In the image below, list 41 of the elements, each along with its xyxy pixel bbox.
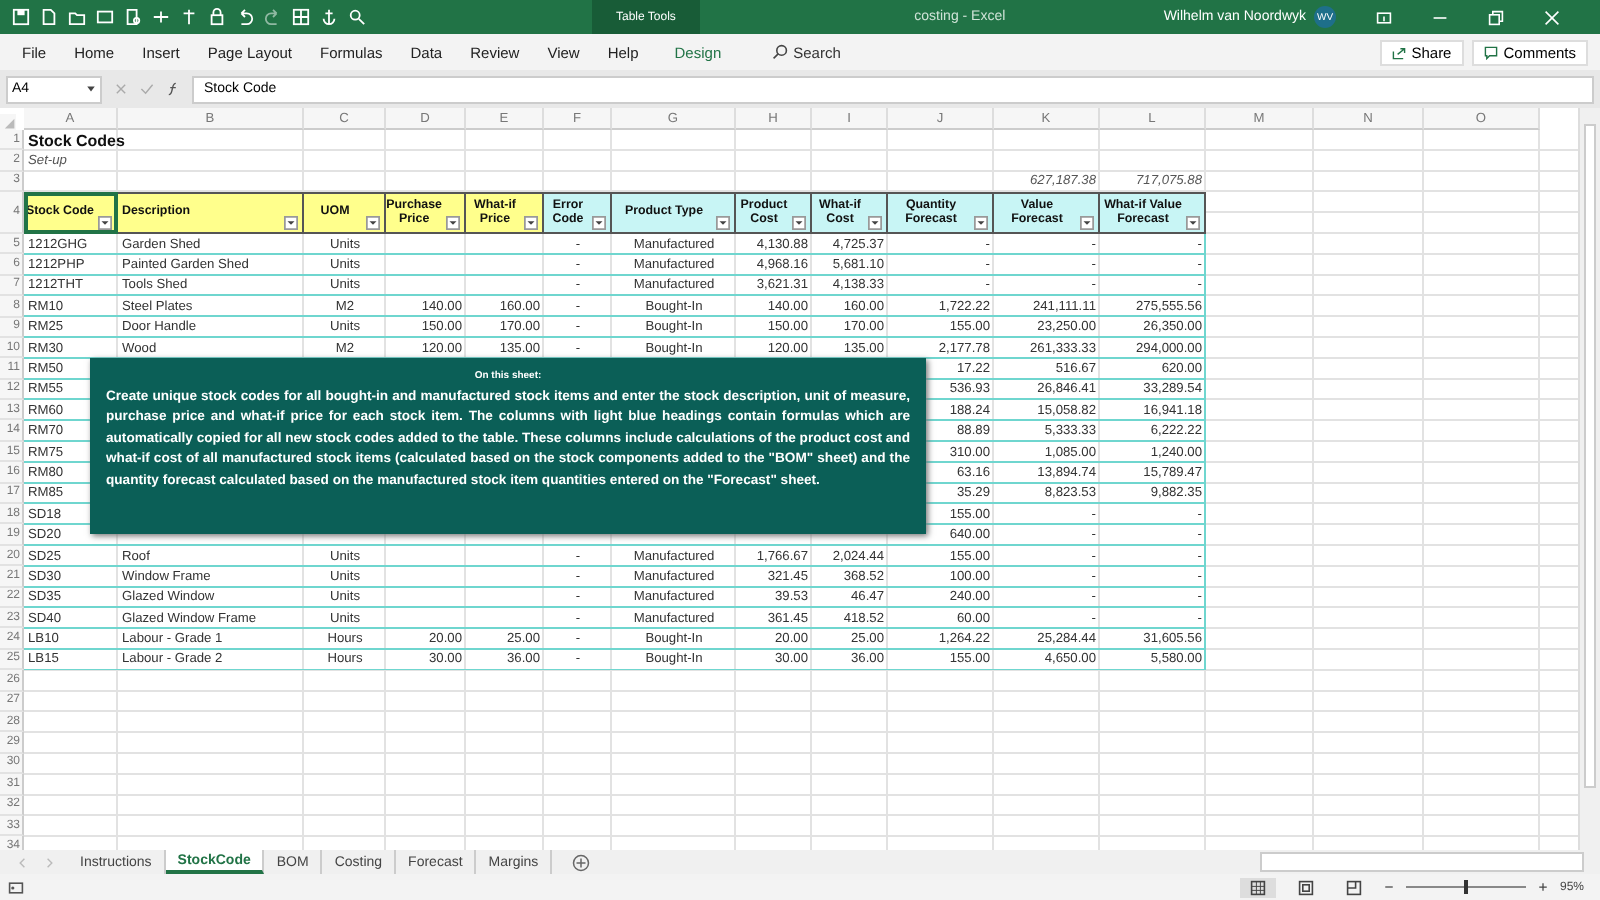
share-icon (1391, 45, 1406, 59)
vertical-scrollbar[interactable] (1578, 108, 1600, 850)
search-icon[interactable] (348, 8, 366, 26)
filter-dropdown-icon[interactable] (98, 215, 112, 230)
redo-icon[interactable] (264, 8, 282, 26)
function-icon[interactable] (166, 82, 180, 96)
anchor-icon[interactable] (320, 8, 338, 26)
filter-dropdown-icon[interactable] (1186, 215, 1200, 230)
horizontal-scrollbar[interactable] (1260, 852, 1584, 872)
undo-icon[interactable] (236, 8, 254, 26)
ribbon-display-icon[interactable] (1376, 9, 1392, 25)
normal-view-icon[interactable] (1239, 877, 1276, 897)
check-icon[interactable] (140, 82, 154, 96)
lock-icon[interactable] (208, 8, 226, 26)
filter-dropdown-icon[interactable] (868, 215, 882, 230)
search-icon (771, 44, 788, 60)
window-icon[interactable] (96, 8, 114, 26)
filter-dropdown-icon[interactable] (524, 215, 538, 230)
folder-icon[interactable] (68, 8, 86, 26)
close-icon[interactable] (1544, 9, 1560, 25)
table-cell: Stock Codes (28, 131, 125, 150)
comment-icon (1483, 45, 1498, 59)
filter-dropdown-icon[interactable] (366, 215, 380, 230)
filter-dropdown-icon[interactable] (592, 215, 606, 230)
filter-dropdown-icon[interactable] (792, 215, 806, 230)
document-icon[interactable] (40, 8, 58, 26)
print-preview-icon[interactable] (124, 8, 142, 26)
filter-dropdown-icon[interactable] (1080, 215, 1094, 230)
add-sheet-icon[interactable] (572, 853, 591, 871)
zoom-out-icon[interactable] (1383, 882, 1394, 892)
save-icon[interactable] (12, 8, 30, 26)
zoom-in-icon[interactable] (1537, 882, 1548, 892)
filter-dropdown-icon[interactable] (974, 215, 988, 230)
macro-record-icon[interactable] (8, 879, 24, 895)
filter-dropdown-icon[interactable] (284, 215, 298, 230)
filter-dropdown-icon[interactable] (716, 215, 730, 230)
grid-icon[interactable] (292, 8, 310, 26)
restore-icon[interactable] (1488, 9, 1504, 25)
zoom-thumb[interactable] (1463, 880, 1468, 894)
filter-dropdown-icon[interactable] (446, 215, 460, 230)
caret-icon[interactable] (86, 84, 96, 94)
